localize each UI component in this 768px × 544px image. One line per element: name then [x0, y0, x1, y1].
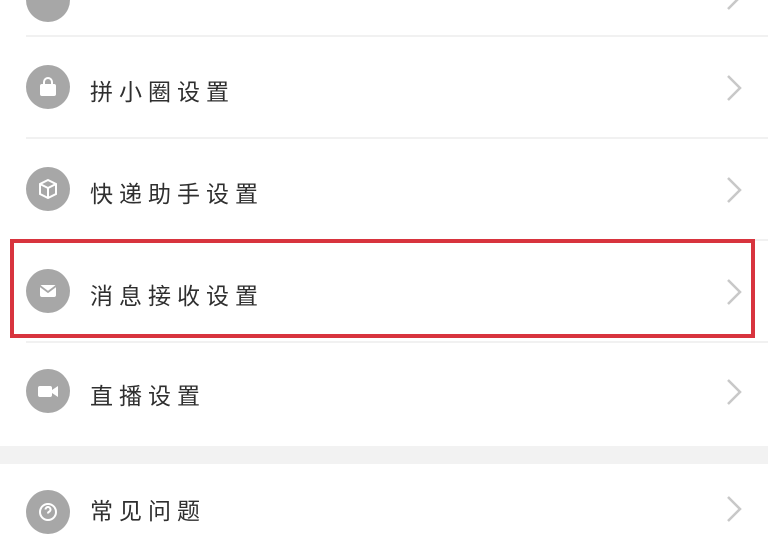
settings-row-label: 拼小圈设置: [90, 80, 235, 106]
settings-row-faq[interactable]: 常见问题: [0, 464, 768, 544]
section-gap: [0, 446, 768, 464]
highlight-box: [10, 239, 755, 338]
settings-row-live-stream[interactable]: 直播设置: [0, 343, 768, 443]
settings-row-pinxiaoquan[interactable]: 拼小圈设置: [0, 37, 768, 137]
package-icon: [26, 167, 70, 211]
chevron-right-icon: [727, 75, 742, 101]
help-icon: [26, 490, 70, 534]
chevron-right-icon: [727, 0, 739, 10]
settings-row-label: 快递助手设置: [90, 182, 264, 208]
chevron-right-icon: [727, 177, 742, 203]
video-camera-icon: [26, 369, 70, 413]
chevron-right-icon: [727, 379, 742, 405]
partial-icon: [26, 0, 70, 22]
settings-row-express-assistant[interactable]: 快递助手设置: [0, 139, 768, 239]
settings-row-label: 常见问题: [90, 499, 206, 525]
shopping-bag-icon: [26, 65, 70, 109]
settings-row-top-partial[interactable]: [0, 0, 768, 35]
settings-row-label: 直播设置: [90, 384, 206, 410]
chevron-right-icon: [727, 496, 742, 522]
